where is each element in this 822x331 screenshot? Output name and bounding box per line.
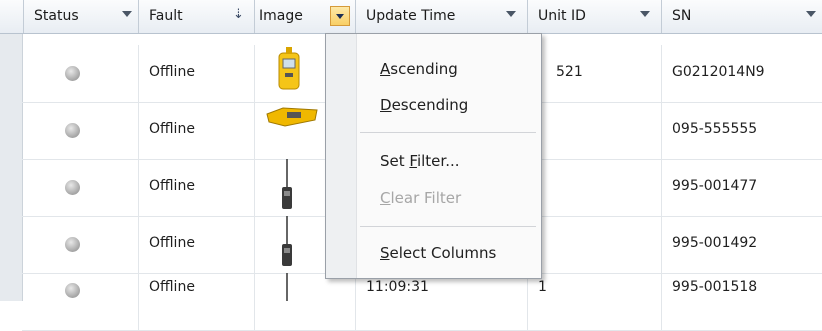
access-key: F [409, 152, 417, 170]
sn-text: 995-001518 [672, 279, 758, 295]
column-header-fault[interactable]: Fault ⇣ [139, 0, 255, 33]
status-cell [24, 102, 139, 159]
column-header-status[interactable]: Status [24, 0, 139, 33]
area-monitor-image [266, 107, 318, 127]
status-cell [24, 273, 139, 330]
fault-cell: Offline [139, 159, 255, 216]
filter-dropdown-button-active[interactable] [330, 6, 350, 26]
menu-item-label: elect Columns [389, 244, 497, 262]
status-indicator-icon [65, 283, 80, 298]
personal-detector-image [282, 159, 292, 209]
header-row-selector [0, 0, 24, 33]
unit-id-cell: 521 [528, 45, 662, 102]
fault-text: Offline [149, 279, 195, 295]
unit-id-cell [528, 159, 662, 216]
sn-cell: 995-001477 [662, 159, 822, 216]
sn-cell: 995-001492 [662, 216, 822, 273]
menu-item-select-columns[interactable]: Select Columns [380, 244, 496, 262]
unit-id-cell [528, 102, 662, 159]
grid-header: Status Fault ⇣ Image Update Time Unit ID… [0, 0, 822, 34]
menu-item-label: escending [391, 96, 469, 114]
unit-id-text: 521 [556, 64, 583, 80]
menu-item-label: Set [380, 152, 410, 170]
sn-cell: 995-001518 [662, 273, 822, 330]
fault-text: Offline [149, 178, 195, 194]
unit-id-cell: 1 [528, 273, 662, 330]
column-header-label: Image [259, 8, 303, 24]
status-indicator-icon [65, 237, 80, 252]
column-header-update-time[interactable]: Update Time [356, 0, 528, 33]
fault-cell: Offline [139, 273, 255, 330]
fault-cell: Offline [139, 216, 255, 273]
menu-item-label: scending [390, 60, 458, 78]
menu-item-label: lear Filter [390, 189, 462, 207]
column-header-unit-id[interactable]: Unit ID [528, 0, 662, 33]
sn-cell: G0212014N9 [662, 45, 822, 102]
personal-detector-image [286, 273, 288, 301]
access-key: D [380, 96, 392, 114]
sn-text: 995-001477 [672, 178, 758, 194]
filter-dropdown-icon[interactable] [506, 11, 516, 17]
unit-id-text: 1 [538, 279, 547, 295]
filter-dropdown-icon[interactable] [640, 11, 650, 17]
menu-item-ascending[interactable]: Ascending [380, 60, 458, 78]
fault-text: Offline [149, 235, 195, 251]
gas-detector-image [278, 47, 300, 90]
sort-descending-icon[interactable]: ⇣ [233, 7, 244, 22]
fault-cell: Offline [139, 45, 255, 102]
status-indicator-icon [65, 123, 80, 138]
update-time-text: 11:09:31 [366, 279, 429, 295]
menu-separator [360, 226, 536, 227]
menu-item-descending[interactable]: Descending [380, 96, 468, 114]
menu-item-label: ilter... [416, 152, 460, 170]
sn-text: 095-555555 [672, 121, 758, 137]
unit-id-cell [528, 216, 662, 273]
status-indicator-icon [65, 66, 80, 81]
personal-detector-image [282, 216, 292, 266]
menu-item-set-filter[interactable]: Set Filter... [380, 152, 460, 170]
image-cell [255, 273, 356, 330]
column-header-label: Unit ID [538, 8, 586, 24]
column-header-image[interactable]: Image [255, 0, 356, 33]
status-indicator-icon [65, 180, 80, 195]
access-key: A [380, 60, 391, 78]
row-selector-column [0, 34, 23, 301]
status-cell [24, 45, 139, 102]
column-header-label: SN [672, 8, 692, 24]
menu-item-clear-filter: Clear Filter [380, 189, 461, 207]
access-key: C [380, 189, 391, 207]
sn-text: G0212014N9 [672, 64, 765, 80]
update-time-cell: 11:09:31 [356, 273, 528, 330]
fault-text: Offline [149, 121, 195, 137]
status-cell [24, 159, 139, 216]
dropdown-arrow-icon [336, 14, 344, 19]
menu-separator [360, 132, 536, 133]
table-row[interactable]: Offline 11:09:31 1 995-001518 [22, 273, 822, 331]
column-header-context-menu: Ascending Descending Set Filter... Clear… [325, 33, 542, 279]
sn-cell: 095-555555 [662, 102, 822, 159]
menu-icon-gutter [326, 34, 357, 278]
status-cell [24, 216, 139, 273]
filter-dropdown-icon[interactable] [122, 11, 132, 17]
access-key: S [380, 244, 390, 262]
column-header-label: Fault [149, 8, 183, 24]
filter-dropdown-icon[interactable] [806, 11, 816, 17]
column-header-label: Update Time [366, 8, 456, 24]
fault-text: Offline [149, 64, 195, 80]
fault-cell: Offline [139, 102, 255, 159]
column-header-sn[interactable]: SN [662, 0, 822, 33]
sn-text: 995-001492 [672, 235, 758, 251]
column-header-label: Status [34, 8, 79, 24]
